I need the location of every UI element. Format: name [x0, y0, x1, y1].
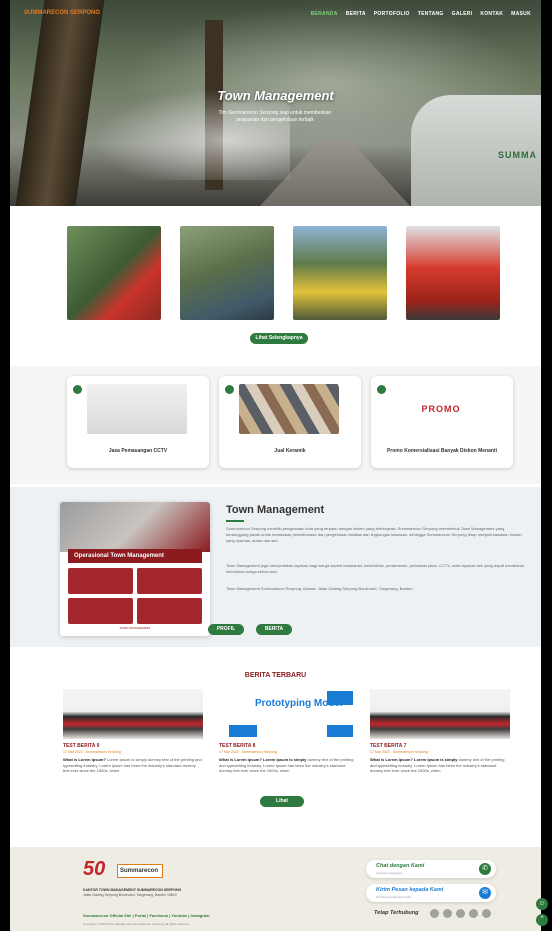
- youtube-icon[interactable]: [456, 909, 465, 918]
- promo-label: Jasa Pemasangan CCTV: [108, 448, 168, 454]
- chat-title: Chat dengan Kami: [376, 863, 425, 869]
- message-subtitle: Kirimkan pertanyaan anda: [376, 895, 412, 899]
- news-lead: What is Lorem Ipsum?: [63, 757, 106, 762]
- office-address: Jalan Gading Serpong Boulevard, Tangeran…: [83, 893, 177, 897]
- news-lead: What is Lorem Ipsum? Lorem Ipsum is simp…: [370, 757, 458, 762]
- about-paragraph-3: Town Management Summarecon Serpong. Alam…: [226, 586, 414, 591]
- news-button[interactable]: BERITA: [256, 624, 292, 635]
- building-image: [60, 502, 210, 552]
- news-image[interactable]: [370, 689, 510, 739]
- news-card[interactable]: Prototyping Model TEST BERITA 8 17 Mar 2…: [219, 689, 359, 774]
- promo-label: Promo Komersialisasi Banyak Diskon Menan…: [386, 448, 498, 454]
- ops-title-bar: Operasional Town Management: [68, 549, 202, 563]
- nav-masuk[interactable]: MASUK: [511, 11, 531, 17]
- news-card[interactable]: TEST BERITA 9 17 Mar 2022 - Summarecon S…: [63, 689, 203, 774]
- nav-beranda[interactable]: BERANDA: [311, 11, 338, 17]
- main-nav: BERANDA BERITA PORTOFOLIO TENTANG GALERI…: [311, 11, 531, 17]
- diagram-block: [229, 725, 257, 737]
- ops-footer: TOWN MANAGEMENT: [119, 626, 151, 630]
- nav-berita[interactable]: BERITA: [346, 11, 366, 17]
- promo-card-cctv[interactable]: Jasa Pemasangan CCTV: [67, 376, 209, 468]
- about-title: Town Management: [226, 504, 325, 516]
- site-logo[interactable]: SUMMARECON SERPONG: [24, 10, 100, 16]
- promo-image-tiles: [239, 384, 339, 434]
- promo-arrow-icon[interactable]: [73, 385, 82, 394]
- anniversary-logo: 50: [83, 858, 106, 880]
- ops-cell: [68, 568, 133, 594]
- gallery-photo-firetruck[interactable]: [406, 226, 500, 320]
- nav-galeri[interactable]: GALERI: [452, 11, 473, 17]
- gallery-photo-crane[interactable]: [293, 226, 387, 320]
- news-title[interactable]: TEST BERITA 8: [219, 743, 359, 749]
- chat-button[interactable]: Chat dengan Kami Layanan pelanggan ✆: [366, 860, 496, 878]
- brand-logo: Summarecon: [117, 864, 163, 878]
- scroll-top-icon[interactable]: ⌃: [536, 914, 548, 926]
- message-button[interactable]: Kirim Pesan kepada Kami Kirimkan pertany…: [366, 884, 496, 902]
- hero-title: Town Management: [217, 88, 334, 103]
- instagram-icon[interactable]: [430, 909, 439, 918]
- ops-cell: [68, 598, 133, 624]
- news-title[interactable]: TEST BERITA 7: [370, 743, 510, 749]
- office-name: KANTOR TOWN MANAGEMENT SUMMARECON SERPON…: [83, 888, 182, 892]
- service-gallery: [67, 226, 500, 320]
- footer-address: KANTOR TOWN MANAGEMENT SUMMARECON SERPON…: [83, 888, 283, 898]
- tiktok-icon[interactable]: [482, 909, 491, 918]
- ops-cell: [137, 568, 202, 594]
- floating-chat-icon[interactable]: ☺: [536, 898, 548, 910]
- promo-arrow-icon[interactable]: [377, 385, 386, 394]
- promo-image-logo: PROMO: [391, 384, 491, 434]
- promo-card-keramik[interactable]: Jual Keramik: [219, 376, 361, 468]
- message-title: Kirim Pesan kepada Kami: [376, 887, 444, 893]
- diagram-block: [327, 725, 353, 737]
- nav-portofolio[interactable]: PORTOFOLIO: [374, 11, 410, 17]
- title-underline: [226, 520, 244, 522]
- promo-card-komersial[interactable]: PROMO Promo Komersialisasi Banyak Diskon…: [371, 376, 513, 468]
- news-title[interactable]: TEST BERITA 9: [63, 743, 203, 749]
- footer-logo: 50 Summarecon: [83, 858, 163, 884]
- news-image[interactable]: Prototyping Model: [219, 689, 359, 739]
- chat-subtitle: Layanan pelanggan: [376, 871, 403, 875]
- nav-kontak[interactable]: KONTAK: [480, 11, 503, 17]
- news-heading: BERITA TERBARU: [244, 672, 307, 679]
- ops-cell: [137, 598, 202, 624]
- nav-tentang[interactable]: TENTANG: [418, 11, 444, 17]
- about-card-image: Operasional Town Management TOWN MANAGEM…: [60, 502, 210, 636]
- follow-label: Tetap Terhubung: [374, 910, 419, 916]
- about-paragraph-1: Summarecon Serpong memiliki pengelolaan …: [226, 526, 522, 543]
- promo-image-cctv: [87, 384, 187, 434]
- hero-banner: SUMMA SUMMARECON SERPONG BERANDA BERITA …: [10, 0, 541, 206]
- news-image[interactable]: [63, 689, 203, 739]
- facebook-icon[interactable]: [443, 909, 452, 918]
- gallery-photo-trash[interactable]: [67, 226, 161, 320]
- news-excerpt: What is Lorem Ipsum? Lorem Ipsum is simp…: [63, 757, 203, 774]
- chat-bubble-icon: ✉: [479, 887, 491, 899]
- footer-links[interactable]: Summarecon Official Site | Portal | Face…: [83, 913, 210, 918]
- twitter-icon[interactable]: [469, 909, 478, 918]
- hero-subtitle: Tim Summarecon Serpong siap untuk member…: [218, 110, 332, 123]
- news-card[interactable]: TEST BERITA 7 17 Mar 2022 - Summarecon S…: [370, 689, 510, 774]
- about-paragraph-2: Town Management juga menyediakan layanan…: [226, 563, 525, 574]
- news-lead: What is Lorem Ipsum? Lorem Ipsum is simp…: [219, 757, 307, 762]
- news-excerpt: What is Lorem Ipsum? Lorem Ipsum is simp…: [219, 757, 359, 774]
- news-excerpt: What is Lorem Ipsum? Lorem Ipsum is simp…: [370, 757, 510, 774]
- promo-arrow-icon[interactable]: [225, 385, 234, 394]
- news-date: 17 Mar 2022 - Summarecon Serpong: [63, 750, 121, 754]
- profile-button[interactable]: PROFIL: [208, 624, 244, 635]
- news-date: 17 Mar 2022 - Summarecon Serpong: [219, 750, 277, 754]
- ops-cells: [68, 568, 202, 624]
- whatsapp-icon: ✆: [479, 863, 491, 875]
- promo-label: Jual Keramik: [274, 448, 306, 454]
- gallery-photo-watering[interactable]: [180, 226, 274, 320]
- news-date: 17 Mar 2022 - Summarecon Serpong: [370, 750, 428, 754]
- truck-logo: SUMMA: [498, 150, 537, 160]
- news-more-button[interactable]: Lihat Selengkapnya: [260, 796, 304, 815]
- page: SUMMA SUMMARECON SERPONG BERANDA BERITA …: [10, 0, 541, 931]
- gallery-more-button[interactable]: Lihat Selengkapnya: [250, 333, 308, 344]
- copyright: Copyright © 2022 Town Management Summare…: [83, 922, 190, 926]
- diagram-title: Prototyping Model: [255, 698, 343, 709]
